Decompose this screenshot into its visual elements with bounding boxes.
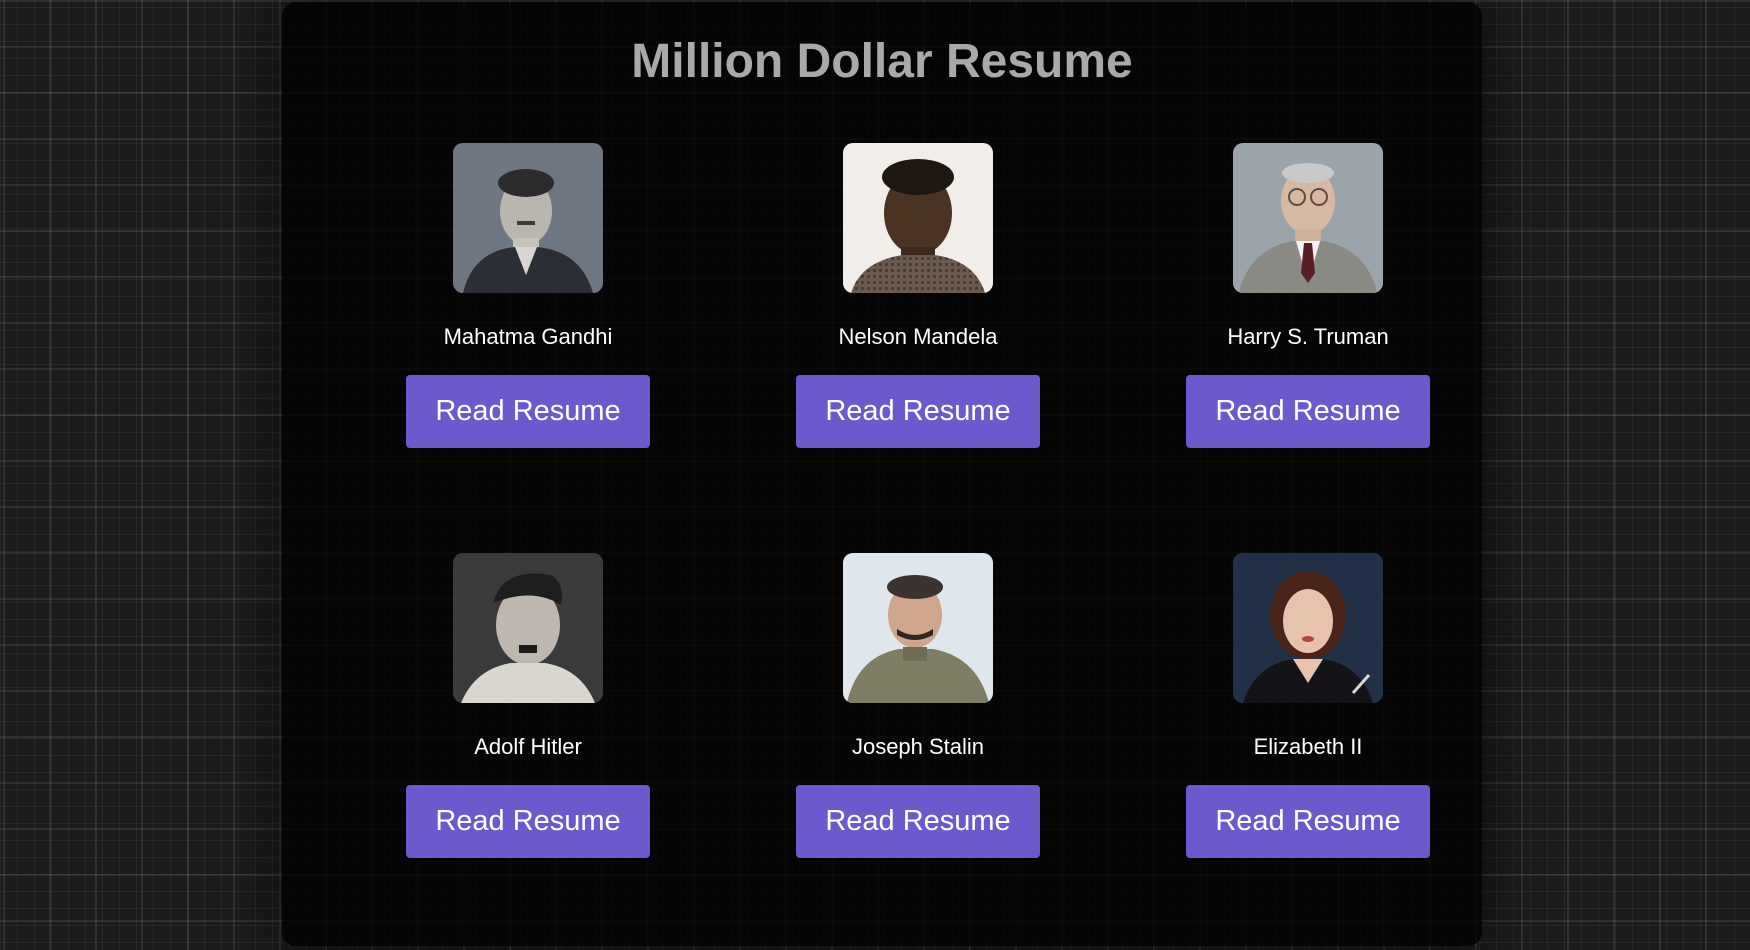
portrait-photo (1233, 553, 1383, 703)
person-name: Elizabeth II (1253, 734, 1363, 759)
read-resume-button[interactable]: Read Resume (406, 375, 650, 448)
portrait-photo (453, 143, 603, 293)
portrait-photo (843, 143, 993, 293)
read-resume-button[interactable]: Read Resume (796, 375, 1040, 448)
person-card: Adolf Hitler Read Resume (378, 553, 678, 913)
person-name: Adolf Hitler (474, 734, 582, 759)
read-resume-button[interactable]: Read Resume (1186, 375, 1430, 448)
person-card: Nelson Mandela Read Resume (768, 143, 1068, 503)
portrait-mandela-image (843, 143, 993, 293)
read-resume-button[interactable]: Read Resume (796, 785, 1040, 858)
main-panel: Million Dollar Resume Mahatma Gandhi Rea… (282, 2, 1482, 946)
person-name: Harry S. Truman (1227, 324, 1389, 349)
people-grid: Mahatma Gandhi Read Resume Nelson Mandel… (282, 2, 1482, 946)
person-card: Harry S. Truman Read Resume (1158, 143, 1458, 503)
person-name: Nelson Mandela (838, 324, 998, 349)
portrait-gandhi-image (453, 143, 603, 293)
person-card: Elizabeth II Read Resume (1158, 553, 1458, 913)
person-name: Mahatma Gandhi (443, 324, 613, 349)
person-name: Joseph Stalin (851, 734, 985, 759)
portrait-elizabeth-image (1233, 553, 1383, 703)
portrait-hitler-image (453, 553, 603, 703)
portrait-truman-image (1233, 143, 1383, 293)
person-card: Mahatma Gandhi Read Resume (378, 143, 678, 503)
portrait-photo (843, 553, 993, 703)
portrait-stalin-image (843, 553, 993, 703)
read-resume-button[interactable]: Read Resume (406, 785, 650, 858)
person-card: Joseph Stalin Read Resume (768, 553, 1068, 913)
portrait-photo (453, 553, 603, 703)
read-resume-button[interactable]: Read Resume (1186, 785, 1430, 858)
portrait-photo (1233, 143, 1383, 293)
